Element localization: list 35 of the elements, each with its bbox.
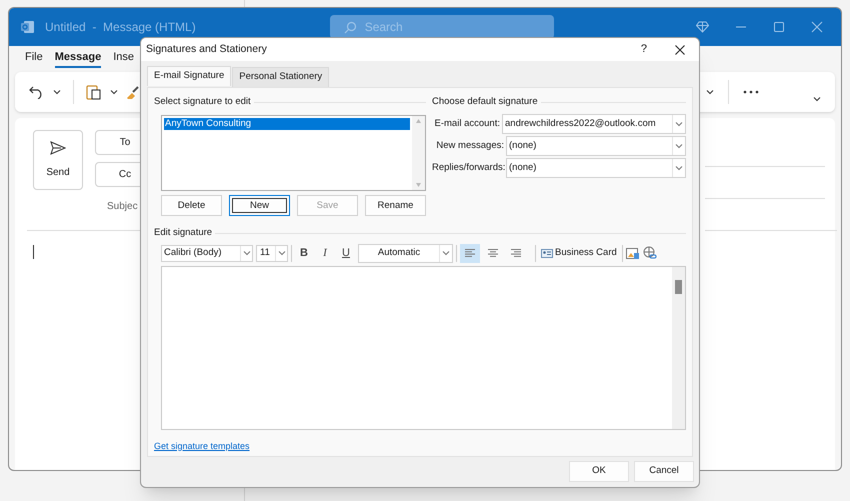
action-button[interactable]: Rename (365, 195, 426, 216)
tab[interactable]: E-mail Signature (147, 66, 232, 86)
action-button[interactable]: Delete (161, 195, 222, 216)
field-label: Replies/forwards: (432, 161, 506, 176)
menu-tab[interactable]: File (25, 48, 43, 68)
window-title: Untitled - Message (HTML) (45, 19, 196, 36)
tab[interactable]: Personal Stationery (232, 67, 330, 87)
size-dropdown[interactable]: 11 (256, 244, 288, 262)
menu-tab[interactable]: Message (54, 48, 102, 68)
font-dropdown[interactable]: Calibri (Body) (161, 244, 253, 262)
section-label: Select signature to edit (154, 95, 251, 109)
templates-link[interactable]: Get signature templates (154, 440, 250, 453)
format-button[interactable]: I (316, 244, 334, 262)
business-card-button[interactable]: Business Card (539, 246, 619, 260)
send-button[interactable]: Send (33, 130, 83, 190)
subject-label: Subjec (106, 200, 139, 214)
field-label: New messages: (435, 139, 505, 154)
color-dropdown[interactable]: Automatic (358, 244, 453, 262)
dialog-title: Signatures and Stationery (146, 42, 267, 57)
ok-button[interactable]: OK (569, 461, 629, 482)
format-button[interactable]: B (295, 244, 313, 262)
section-label: Choose default signature (432, 95, 538, 109)
help-button[interactable]: ? (640, 41, 647, 58)
format-button[interactable]: U (337, 244, 355, 262)
dropdown[interactable]: (none) (506, 158, 686, 178)
cancel-button[interactable]: Cancel (634, 461, 694, 482)
field-label: E-mail account: (434, 117, 501, 132)
signature-list[interactable]: AnyTown Consulting (161, 115, 426, 192)
search-placeholder: Search (364, 19, 403, 36)
section-label: Edit signature (154, 226, 212, 240)
dropdown[interactable]: (none) (506, 136, 686, 156)
action-button[interactable]: New (229, 195, 290, 216)
menu-tab[interactable]: Inse (113, 48, 134, 68)
dropdown[interactable]: andrewchildress2022@outlook.com (502, 114, 686, 134)
signature-item[interactable]: AnyTown Consulting (164, 118, 410, 130)
